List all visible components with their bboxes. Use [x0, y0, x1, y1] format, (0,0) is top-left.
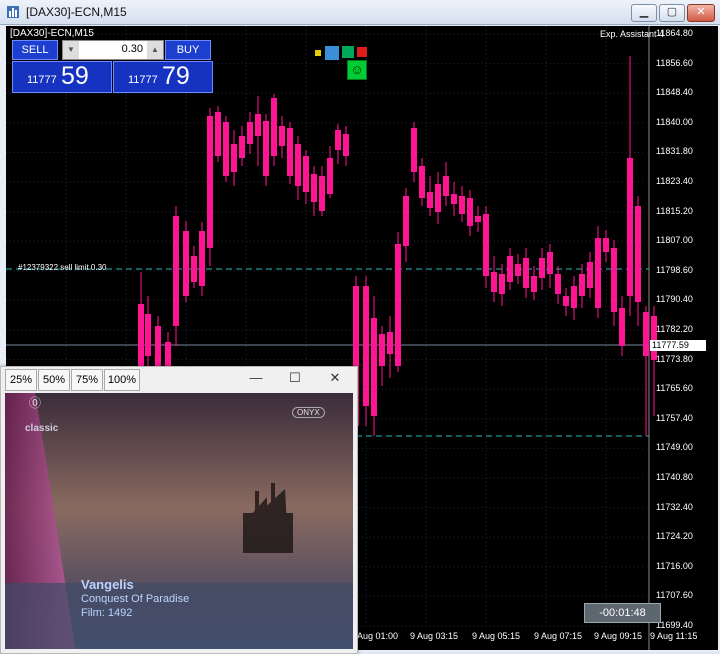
sell-price-pips: 59: [61, 62, 89, 90]
sell-price-prefix: 11777: [27, 74, 57, 86]
price-axis-label: 11699.40: [656, 620, 693, 630]
blue-square-icon: [325, 46, 339, 60]
buy-price-box[interactable]: 11777 79: [113, 61, 213, 93]
yellow-square-icon: [315, 50, 321, 56]
buy-price-prefix: 11777: [128, 74, 158, 86]
sell-button[interactable]: SELL: [12, 40, 58, 60]
maximize-icon[interactable]: ☐: [280, 368, 310, 388]
red-square-icon: [357, 47, 367, 57]
price-axis-label: 11773.80: [656, 353, 693, 364]
video-player-window[interactable]: 25% 50% 75% 100% — ☐ ✕ ⓪ classic ONYX Va…: [0, 366, 358, 654]
window-title: [DAX30]-ECN,M15: [26, 5, 127, 19]
price-axis-label: 11749.00: [656, 442, 693, 453]
channel-logo: classic: [25, 423, 59, 434]
price-axis-label: 11815.20: [656, 205, 693, 216]
video-song: Conquest Of Paradise: [81, 593, 190, 605]
lot-size-value: 0.30: [121, 43, 143, 55]
channel-logo-right: ONYX: [292, 407, 325, 418]
price-axis-label: 11765.60: [656, 383, 693, 394]
price-axis-label: 11716.00: [656, 560, 693, 571]
restore-icon: ▢: [666, 6, 678, 18]
price-axis-label: 11840.00: [656, 116, 693, 127]
close-button[interactable]: ✕: [687, 4, 715, 22]
price-axis-label: 11807.00: [656, 235, 693, 246]
price-axis-label: 11724.20: [656, 531, 693, 542]
price-axis-label: 11790.40: [656, 294, 693, 305]
pending-order-label: #12379322 sell limit 0.30: [18, 263, 107, 272]
price-axis-label: 11740.80: [656, 472, 693, 482]
time-axis-label: 9 Aug 05:15: [472, 631, 521, 641]
mt4-window: [DAX30]-ECN,M15 ▁ ▢ ✕ [DAX30]-ECN,M15 Ex…: [0, 0, 720, 654]
expert-advisor-label: Exp. Assistant 4: [600, 29, 665, 39]
price-axis-label: 11798.60: [656, 264, 693, 275]
close-icon: ✕: [696, 6, 706, 18]
price-axis-label: 11856.60: [656, 57, 693, 68]
minimize-icon: ▁: [639, 6, 649, 18]
close-icon[interactable]: ✕: [320, 368, 350, 388]
zoom-100-button[interactable]: 100%: [104, 369, 140, 391]
zoom-25-button[interactable]: 25%: [5, 369, 37, 391]
minimize-icon[interactable]: —: [241, 368, 271, 388]
zoom-75-button[interactable]: 75%: [71, 369, 103, 391]
sell-price-box[interactable]: 11777 59: [12, 61, 112, 93]
title-bar[interactable]: [DAX30]-ECN,M15 ▁ ▢ ✕: [0, 0, 720, 25]
buy-button[interactable]: BUY: [165, 40, 211, 60]
channel-emblem-icon: ⓪: [29, 396, 41, 410]
lot-decrease-icon[interactable]: ▼: [63, 41, 79, 59]
time-axis-label: 9 Aug 09:15: [594, 631, 643, 641]
price-axis-label: 11707.60: [656, 590, 693, 601]
price-axis-label: 11831.80: [656, 146, 693, 157]
minimize-button[interactable]: ▁: [631, 4, 657, 22]
candle-timer: -00:01:48: [584, 603, 661, 623]
price-axis-label: 11864.80: [656, 28, 693, 38]
lot-size-input[interactable]: ▼ 0.30 ▲: [62, 40, 164, 60]
buy-price-pips: 79: [162, 62, 190, 90]
video-frame[interactable]: ⓪ classic ONYX Vangelis Conquest Of Para…: [5, 393, 353, 649]
price-axis-label: 11782.20: [656, 324, 693, 334]
chart-symbol-label: [DAX30]-ECN,M15: [10, 28, 94, 39]
price-axis-label: 11848.40: [656, 87, 693, 98]
time-axis-label: 9 Aug 07:15: [534, 631, 583, 641]
one-click-trading-panel: SELL ▼ 0.30 ▲ BUY 11777 59 11777 79: [12, 39, 213, 93]
smiley-icon: ☺: [347, 60, 367, 80]
zoom-50-button[interactable]: 50%: [38, 369, 70, 391]
green-square-icon: [342, 46, 354, 58]
time-axis-label: 9 Aug 03:15: [410, 631, 459, 641]
chart-app-icon: [7, 6, 19, 18]
price-axis-label: 11757.40: [656, 412, 693, 423]
video-film: Film: 1492: [81, 607, 133, 619]
lot-increase-icon[interactable]: ▲: [147, 41, 163, 59]
price-axis-label: 11823.40: [656, 176, 693, 186]
price-axis-label: 11732.40: [656, 501, 693, 512]
restore-button[interactable]: ▢: [659, 4, 685, 22]
current-price-tag: 11777.59: [650, 340, 706, 351]
time-axis-label: 9 Aug 11:15: [650, 631, 698, 641]
video-artist: Vangelis: [81, 577, 134, 592]
